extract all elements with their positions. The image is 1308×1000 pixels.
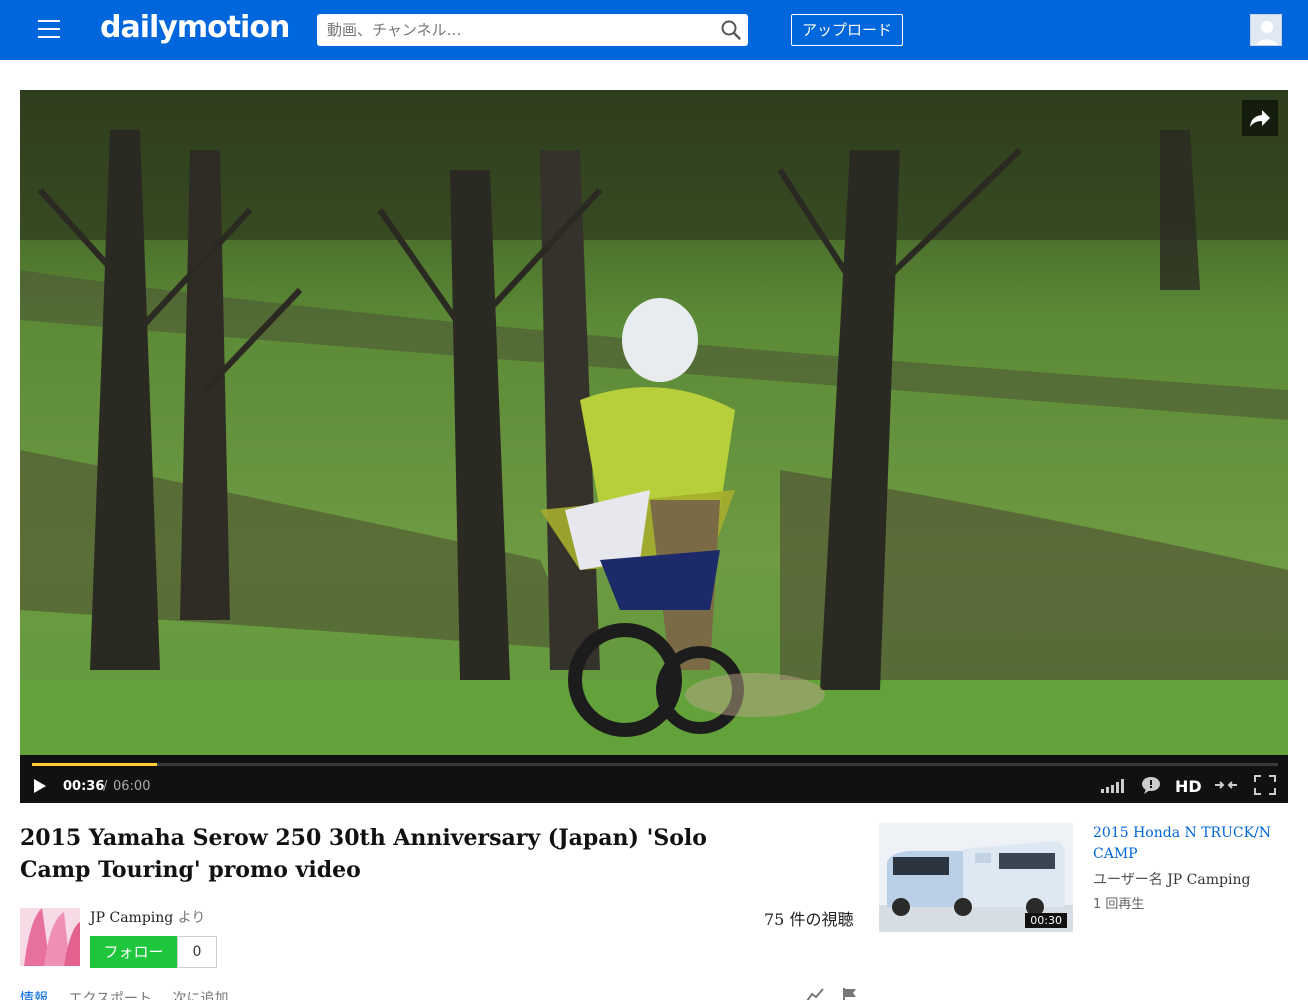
flag-icon[interactable]	[842, 988, 858, 1000]
search-box	[317, 14, 748, 46]
progress-bar[interactable]	[32, 763, 1278, 766]
duration-time: 06:00	[113, 779, 151, 794]
current-time: 00:36	[63, 779, 105, 794]
related-video-owner: ユーザー名 JP Camping	[1093, 869, 1250, 889]
hamburger-icon[interactable]	[38, 20, 62, 40]
stats-icon[interactable]	[806, 988, 824, 1000]
related-owner-prefix: ユーザー名	[1093, 872, 1163, 888]
view-count: 75 件の視聴	[764, 910, 854, 929]
share-button[interactable]	[1242, 100, 1278, 136]
owner-line: JP Camping より	[90, 907, 205, 927]
video-frame[interactable]	[20, 90, 1288, 755]
fullscreen-icon[interactable]	[1254, 775, 1276, 795]
tab-export[interactable]: エクスポート	[68, 991, 152, 1000]
related-owner-name[interactable]: JP Camping	[1167, 872, 1250, 888]
related-video-duration: 00:30	[1025, 913, 1067, 928]
play-icon[interactable]	[32, 777, 48, 795]
video-player[interactable]: 00:36 / 06:00 HD	[20, 90, 1288, 803]
user-avatar[interactable]	[1250, 14, 1282, 46]
follow-button[interactable]: フォロー	[90, 936, 177, 968]
search-icon[interactable]	[720, 19, 742, 41]
owner-name[interactable]: JP Camping	[90, 910, 173, 926]
tab-add-next[interactable]: 次に追加	[173, 991, 229, 1000]
volume-icon[interactable]	[1100, 775, 1124, 795]
time-separator: /	[103, 779, 108, 794]
dailymotion-logo[interactable]: dailymotion	[100, 10, 290, 45]
related-video-thumbnail[interactable]: 00:30	[879, 823, 1073, 932]
related-video-title[interactable]: 2015 Honda N TRUCK/N CAMP	[1093, 823, 1283, 865]
user-silhouette-icon	[1256, 21, 1278, 45]
top-bar: dailymotion アップロード	[0, 0, 1308, 60]
player-controls: 00:36 / 06:00 HD	[20, 755, 1288, 803]
owner-avatar-image	[20, 908, 80, 966]
collapse-icon[interactable]	[1214, 775, 1238, 795]
owner-suffix: より	[177, 910, 206, 926]
tab-info[interactable]: 情報	[20, 991, 48, 1000]
upload-button[interactable]: アップロード	[791, 14, 903, 46]
hd-toggle[interactable]: HD	[1175, 777, 1202, 796]
related-video-views: 1 回再生	[1093, 897, 1145, 912]
info-tabs: 情報 エクスポート 次に追加	[20, 988, 245, 1000]
share-icon	[1250, 110, 1270, 127]
search-input[interactable]	[317, 14, 712, 46]
owner-avatar[interactable]	[20, 908, 80, 966]
progress-fill	[32, 763, 157, 766]
video-title: 2015 Yamaha Serow 250 30th Anniversary (…	[20, 825, 707, 883]
follower-count: 0	[177, 936, 217, 968]
chat-icon[interactable]	[1140, 775, 1162, 795]
